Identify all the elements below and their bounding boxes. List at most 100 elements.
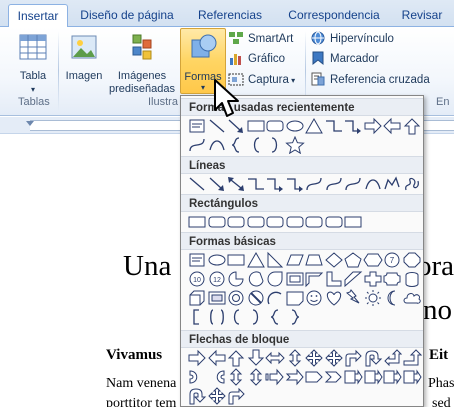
shape-rrect-icon[interactable]	[285, 213, 305, 231]
shape-diamond-icon[interactable]	[324, 251, 344, 269]
shape-larrow-icon[interactable]	[382, 117, 402, 135]
shape-smiley-icon[interactable]	[304, 289, 324, 307]
shape-arc-icon[interactable]	[265, 289, 285, 307]
shape-lbracket-icon[interactable]	[226, 308, 246, 326]
shape-arrowline-icon[interactable]	[207, 175, 227, 193]
shape-curvleft-icon[interactable]	[207, 368, 227, 386]
shape-lrarrow-icon[interactable]	[265, 349, 285, 367]
shape-rbracket-icon[interactable]	[246, 308, 266, 326]
shape-rrect-icon[interactable]	[265, 117, 285, 135]
shape-lbrace-icon[interactable]	[265, 308, 285, 326]
shape-rrect-icon[interactable]	[246, 213, 266, 231]
shape-elbowarr-icon[interactable]	[343, 117, 363, 135]
shape-quad-icon[interactable]	[324, 349, 344, 367]
shape-luparrow-icon[interactable]	[382, 349, 402, 367]
shape-tri-icon[interactable]	[304, 117, 324, 135]
shape-freeform-icon[interactable]	[382, 175, 402, 193]
shape-rarrow-icon[interactable]	[363, 117, 383, 135]
shape-rect-icon[interactable]	[343, 213, 363, 231]
shape-oct-icon[interactable]	[402, 251, 422, 269]
shape-halfframe-icon[interactable]	[304, 270, 324, 288]
shape-udarrow-icon[interactable]	[226, 368, 246, 386]
tabla-button[interactable]: Tabla ▾	[12, 29, 54, 96]
shape-elbow-icon[interactable]	[246, 175, 266, 193]
tab-revisar[interactable]: Revisar	[396, 4, 448, 27]
shape-can-icon[interactable]	[402, 270, 422, 288]
shape-plaque-icon[interactable]	[382, 270, 402, 288]
shape-callout-icon[interactable]	[382, 368, 402, 386]
shape-scurve-icon[interactable]	[187, 136, 207, 154]
shape-rrect-icon[interactable]	[265, 213, 285, 231]
shape-cloud-icon[interactable]	[402, 289, 422, 307]
shape-pent-icon[interactable]	[343, 251, 363, 269]
shape-donut-icon[interactable]	[226, 289, 246, 307]
shape-rrect-icon[interactable]	[207, 213, 227, 231]
shape-rarrow-icon[interactable]	[187, 349, 207, 367]
tab-correspondencia[interactable]: Correspondencia	[282, 4, 386, 27]
shape-chevron-icon[interactable]	[324, 368, 344, 386]
shape-lbrk2-icon[interactable]	[187, 308, 207, 326]
shape-striped-icon[interactable]	[265, 368, 285, 386]
shape-rrect-icon[interactable]	[304, 213, 324, 231]
shape-oval-icon[interactable]	[207, 251, 227, 269]
shape-uturn-icon[interactable]	[187, 387, 207, 405]
shape-uturn-icon[interactable]	[363, 349, 383, 367]
shape-frame-icon[interactable]	[285, 270, 305, 288]
shape-nosym-icon[interactable]	[246, 289, 266, 307]
shape-lbrace-icon[interactable]	[226, 136, 246, 154]
shape-rbracket-icon[interactable]	[265, 136, 285, 154]
tab-diseno-de-pagina[interactable]: Diseño de página	[75, 4, 179, 27]
shape-cube-icon[interactable]	[187, 289, 207, 307]
shape-text-icon[interactable]	[187, 251, 207, 269]
shape-scribble-icon[interactable]	[402, 175, 422, 193]
shape-elbow-icon[interactable]	[324, 117, 344, 135]
shape-tear-icon[interactable]	[265, 270, 285, 288]
shape-quad-icon[interactable]	[304, 349, 324, 367]
shape-star-icon[interactable]	[284, 136, 305, 154]
shape-quad-icon[interactable]	[207, 387, 227, 405]
shape-oval-icon[interactable]	[285, 117, 305, 135]
shape-bentarrow-icon[interactable]	[343, 349, 363, 367]
shape-dblarrow-icon[interactable]	[226, 175, 246, 193]
shape-elbowarr-icon[interactable]	[285, 175, 305, 193]
shape-elbowarr-icon[interactable]	[265, 175, 285, 193]
shape-foldcorner-icon[interactable]	[285, 289, 305, 307]
shape-rrect-icon[interactable]	[324, 213, 344, 231]
shape-heart-icon[interactable]	[324, 289, 344, 307]
shape-udarrow-icon[interactable]	[285, 349, 305, 367]
imagen-button[interactable]: Imagen	[62, 29, 106, 83]
shape-text-icon[interactable]	[187, 117, 207, 135]
shape-sun-icon[interactable]	[363, 289, 383, 307]
shape-rect-icon[interactable]	[226, 251, 246, 269]
shape-scurve-icon[interactable]	[304, 175, 324, 193]
imagenes-prediseñadas-button[interactable]: Imágenes prediseñadas	[106, 29, 178, 96]
shape-line-icon[interactable]	[187, 175, 207, 193]
shape-dblbrk-icon[interactable]	[207, 308, 227, 326]
shape-bevel-icon[interactable]	[207, 289, 227, 307]
shape-dec-icon[interactable]: 10	[187, 270, 207, 288]
shape-curve-icon[interactable]	[363, 175, 383, 193]
shape-curvright-icon[interactable]	[187, 368, 207, 386]
tab-insertar[interactable]: Insertar	[8, 4, 68, 28]
shape-rect-icon[interactable]	[187, 213, 207, 231]
referencia-cruzada-button[interactable]: Referencia cruzada	[310, 70, 430, 90]
shape-callout-icon[interactable]	[343, 368, 363, 386]
shape-tri-icon[interactable]	[246, 251, 266, 269]
shape-chord-icon[interactable]	[246, 270, 266, 288]
shape-callout-icon[interactable]	[363, 368, 383, 386]
marcador-button[interactable]: Marcador	[310, 49, 379, 69]
shape-trap-icon[interactable]	[304, 251, 324, 269]
shape-dodec-icon[interactable]: 12	[207, 270, 227, 288]
shape-pie-icon[interactable]	[226, 270, 246, 288]
shape-hex-icon[interactable]	[362, 251, 383, 269]
hipervinculo-button[interactable]: Hipervínculo	[310, 29, 394, 49]
smartart-button[interactable]: SmartArt	[228, 29, 293, 49]
shape-bolt-icon[interactable]	[343, 289, 363, 307]
shape-lbracket-icon[interactable]	[246, 136, 266, 154]
tab-referencias[interactable]: Referencias	[190, 4, 270, 27]
shape-rbrace-icon[interactable]	[285, 308, 305, 326]
shape-para-icon[interactable]	[285, 251, 305, 269]
shape-scurve-icon[interactable]	[343, 175, 363, 193]
shape-notched-icon[interactable]	[285, 368, 305, 386]
shape-larrow-icon[interactable]	[207, 349, 227, 367]
